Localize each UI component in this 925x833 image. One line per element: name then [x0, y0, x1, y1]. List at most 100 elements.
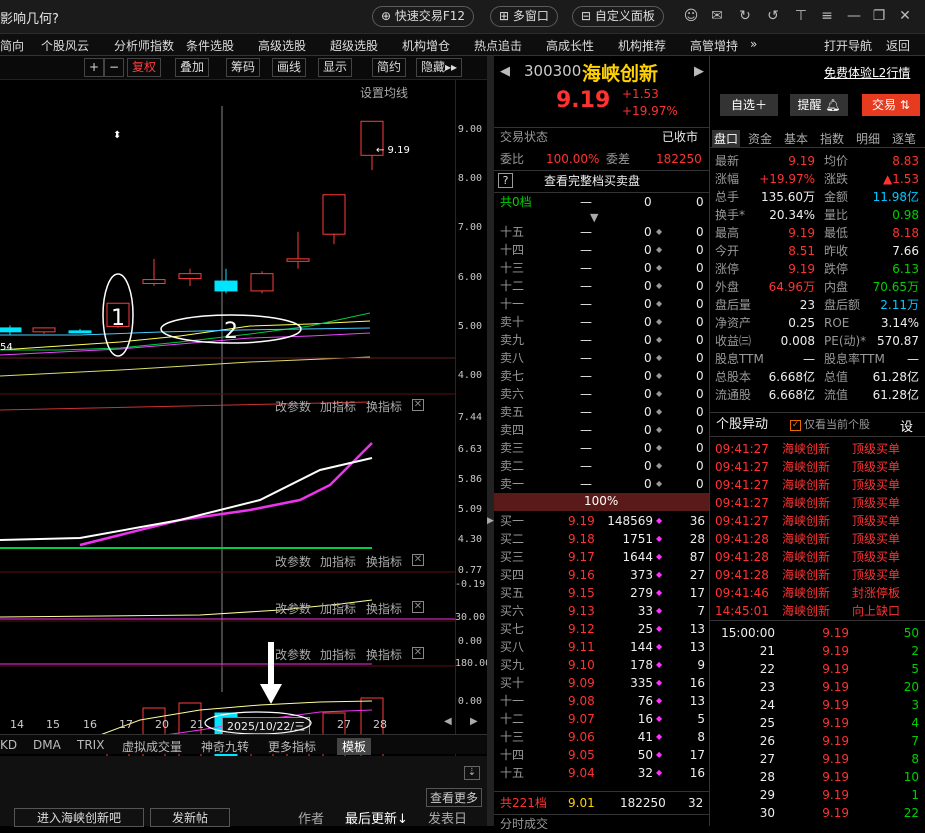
- move-stock[interactable]: 海峡创新: [782, 602, 830, 620]
- tick-time: 30: [759, 806, 775, 820]
- author-column[interactable]: 作者: [298, 808, 324, 827]
- change-params-link[interactable]: 改参数: [275, 600, 311, 617]
- menu-item[interactable]: 高管增持: [690, 37, 738, 54]
- menu-item[interactable]: 热点追击: [474, 37, 522, 54]
- forward-icon[interactable]: ↻: [736, 7, 754, 25]
- view-more-button[interactable]: 查看更多: [426, 788, 483, 807]
- last-update-column[interactable]: 最后更新↓: [345, 808, 408, 827]
- move-stock[interactable]: 海峡创新: [782, 530, 830, 548]
- minimize-icon[interactable]: —: [845, 7, 863, 25]
- menu-item[interactable]: 条件选股: [186, 37, 234, 54]
- menu-item[interactable]: 机构增仓: [402, 37, 450, 54]
- add-indicator-link[interactable]: 加指标: [320, 398, 356, 415]
- add-indicator-link[interactable]: 加指标: [320, 553, 356, 570]
- tab-magic-nine[interactable]: 神奇九转: [201, 738, 249, 755]
- back-icon[interactable]: ↺: [764, 7, 782, 25]
- collapse-icon[interactable]: ⇣: [464, 766, 480, 780]
- multi-window-button[interactable]: ⊞ 多窗口: [490, 6, 558, 27]
- add-indicator-link[interactable]: 加指标: [320, 646, 356, 663]
- full-book-link[interactable]: 查看完整档买卖盘: [544, 172, 640, 190]
- tab-trix[interactable]: TRIX: [77, 738, 104, 752]
- fuquan-dropdown[interactable]: 复权: [127, 58, 162, 77]
- tab-kd[interactable]: KD: [0, 738, 17, 752]
- quote-tab[interactable]: 盘口: [712, 130, 741, 147]
- close-panel-icon[interactable]: ✕: [412, 554, 424, 566]
- menu-item[interactable]: 简向: [0, 37, 24, 54]
- add-indicator-link[interactable]: 加指标: [320, 600, 356, 617]
- menu-item[interactable]: 高级选股: [258, 37, 306, 54]
- menu-item[interactable]: 分析师指数: [114, 37, 174, 54]
- menu-icon[interactable]: ≡: [818, 7, 836, 25]
- diamond-icon: ◆: [656, 353, 663, 362]
- menu-item-back[interactable]: 返回: [886, 37, 910, 54]
- change-params-link[interactable]: 改参数: [275, 553, 311, 570]
- alert-button[interactable]: 提醒 🔔︎: [790, 94, 848, 116]
- tab-virtual-volume[interactable]: 虚拟成交量: [122, 738, 182, 755]
- diamond-icon: ◆: [656, 425, 663, 434]
- custom-panel-button[interactable]: ⊟ 自定义面板: [572, 6, 664, 27]
- quote-tab[interactable]: 基本: [784, 130, 808, 147]
- switch-indicator-link[interactable]: 换指标: [366, 398, 402, 415]
- move-stock[interactable]: 海峡创新: [782, 548, 830, 566]
- tab-more-indicators[interactable]: 更多指标: [268, 738, 316, 755]
- overlay-dropdown[interactable]: 叠加: [175, 58, 210, 77]
- zoom-out-button[interactable]: −: [104, 58, 125, 77]
- switch-indicator-link[interactable]: 换指标: [366, 553, 402, 570]
- move-stock[interactable]: 海峡创新: [782, 584, 830, 602]
- zoom-in-button[interactable]: +: [84, 58, 105, 77]
- quote-tab[interactable]: 逐笔: [892, 130, 916, 147]
- user-icon[interactable]: ☺: [682, 7, 700, 25]
- change-params-link[interactable]: 改参数: [275, 398, 311, 415]
- simple-button[interactable]: 简约: [372, 58, 407, 77]
- close-panel-icon[interactable]: ✕: [412, 647, 424, 659]
- menu-item[interactable]: 超级选股: [330, 37, 378, 54]
- enter-forum-button[interactable]: 进入海峡创新吧: [14, 808, 144, 827]
- publish-date-column[interactable]: 发表日: [428, 808, 467, 827]
- scroll-right-icon[interactable]: ▶: [470, 716, 478, 727]
- menu-item-nav[interactable]: 打开导航: [824, 37, 872, 54]
- move-stock[interactable]: 海峡创新: [782, 440, 830, 458]
- move-stock[interactable]: 海峡创新: [782, 494, 830, 512]
- help-icon[interactable]: ?: [498, 173, 513, 188]
- menu-item[interactable]: 机构推荐: [618, 37, 666, 54]
- scroll-left-icon[interactable]: ◀: [444, 716, 452, 727]
- move-stock[interactable]: 海峡创新: [782, 566, 830, 584]
- quote-tab[interactable]: 指数: [820, 130, 844, 147]
- next-stock-icon[interactable]: ▶: [694, 64, 704, 79]
- hide-button[interactable]: 隐藏▸▸: [416, 58, 463, 77]
- menu-item[interactable]: 高成长性: [546, 37, 594, 54]
- tab-template[interactable]: 模板: [337, 738, 372, 755]
- quote-label: 收益㈢: [715, 334, 752, 348]
- add-watchlist-button[interactable]: 自选＋: [720, 94, 778, 116]
- l2-trial-link[interactable]: 免费体验L2行情: [824, 64, 910, 81]
- close-icon[interactable]: ✕: [896, 7, 914, 25]
- move-stock[interactable]: 海峡创新: [782, 512, 830, 530]
- order-book: ◀ 300300 海峡创新 ▶ 9.19 +1.53 +19.97% 交易状态 …: [494, 56, 709, 831]
- move-stock[interactable]: 海峡创新: [782, 476, 830, 494]
- moves-settings[interactable]: 设: [900, 416, 913, 435]
- prev-stock-icon[interactable]: ◀: [500, 64, 510, 79]
- shirt-icon[interactable]: ⊤: [792, 7, 810, 25]
- new-post-button[interactable]: 发新帖: [150, 808, 230, 827]
- switch-indicator-link[interactable]: 换指标: [366, 646, 402, 663]
- switch-indicator-link[interactable]: 换指标: [366, 600, 402, 617]
- display-dropdown[interactable]: 显示: [318, 58, 353, 77]
- quote-tab[interactable]: 明细: [856, 130, 880, 147]
- quick-trade-button[interactable]: ⊕ 快速交易F12: [372, 6, 475, 27]
- close-panel-icon[interactable]: ✕: [412, 601, 424, 613]
- splitter[interactable]: ▶: [487, 56, 494, 826]
- menu-more[interactable]: »: [750, 37, 757, 51]
- quote-tab[interactable]: 资金: [748, 130, 772, 147]
- move-stock[interactable]: 海峡创新: [782, 458, 830, 476]
- chouma-button[interactable]: 筹码: [226, 58, 261, 77]
- restore-icon[interactable]: ❐: [870, 7, 888, 25]
- tab-dma[interactable]: DMA: [33, 738, 61, 752]
- trade-button[interactable]: 交易 ⇅: [862, 94, 920, 116]
- diamond-icon: ◆: [656, 768, 663, 777]
- close-panel-icon[interactable]: ✕: [412, 399, 424, 411]
- mail-icon[interactable]: ✉: [708, 7, 726, 25]
- draw-line-button[interactable]: 画线: [272, 58, 307, 77]
- y-tick: 0.77: [457, 565, 482, 576]
- menu-item[interactable]: 个股风云: [41, 37, 89, 54]
- only-current-checkbox[interactable]: ✓: [790, 420, 801, 431]
